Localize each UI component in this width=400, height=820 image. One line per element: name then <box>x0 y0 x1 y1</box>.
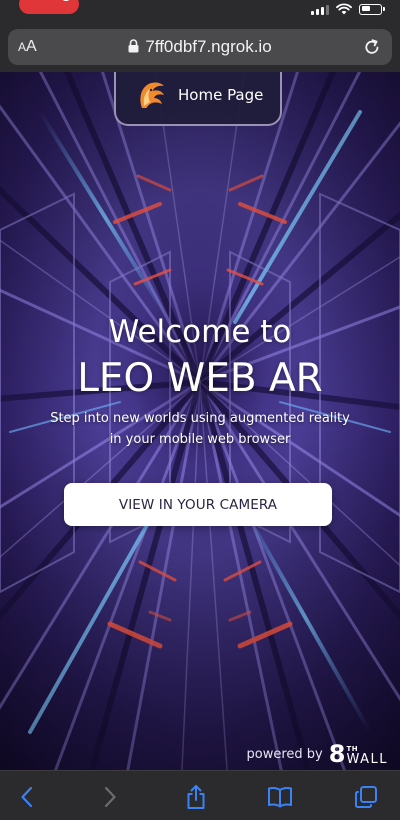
hero-subtitle-line-1: Step into new worlds using augmented rea… <box>50 411 350 426</box>
back-button[interactable] <box>14 784 40 810</box>
forward-icon <box>104 786 116 808</box>
wifi-icon <box>336 3 352 15</box>
share-icon <box>187 785 205 809</box>
back-icon <box>21 786 33 808</box>
forward-button[interactable] <box>97 784 123 810</box>
url-display[interactable]: 7ff0dbf7.ngrok.io <box>8 37 392 57</box>
web-content: Home Page Welcome to LEO WEB AR Step int… <box>0 72 400 770</box>
signal-icon <box>311 4 329 15</box>
screen-recording-indicator[interactable] <box>19 0 79 14</box>
home-page-label: Home Page <box>178 86 264 104</box>
reload-icon[interactable] <box>362 37 382 57</box>
browser-address-bar: AA 7ff0dbf7.ngrok.io <box>0 22 400 72</box>
url-field[interactable]: AA 7ff0dbf7.ngrok.io <box>8 29 392 65</box>
hero-title: LEO WEB AR <box>77 356 323 401</box>
leo-logo-icon <box>140 82 164 108</box>
browser-toolbar <box>0 770 400 820</box>
brand-eight: 8 <box>328 740 346 768</box>
lock-icon <box>128 39 139 53</box>
tabs-button[interactable] <box>353 784 379 810</box>
8thwall-logo: 8 TH WALL <box>329 742 388 766</box>
view-in-camera-button[interactable]: VIEW IN YOUR CAMERA <box>64 483 332 526</box>
brand-wall: WALL <box>346 752 388 767</box>
status-icons <box>311 2 385 16</box>
share-button[interactable] <box>183 784 209 810</box>
battery-icon <box>359 3 385 15</box>
powered-by-8thwall[interactable]: powered by 8 TH WALL <box>247 740 388 768</box>
status-bar <box>0 0 400 22</box>
url-text: 7ff0dbf7.ngrok.io <box>145 37 272 56</box>
bookmarks-icon <box>268 787 292 808</box>
bookmarks-button[interactable] <box>267 784 293 810</box>
hero-subtitle-line-2: in your mobile web browser <box>109 432 291 447</box>
tabs-icon <box>355 786 377 808</box>
hero-welcome-text: Welcome to <box>108 314 292 350</box>
powered-by-text: powered by <box>246 746 323 762</box>
hero-subtitle: Step into new worlds using augmented rea… <box>40 408 360 450</box>
home-page-button[interactable]: Home Page <box>114 72 282 126</box>
recording-icon <box>60 0 72 1</box>
